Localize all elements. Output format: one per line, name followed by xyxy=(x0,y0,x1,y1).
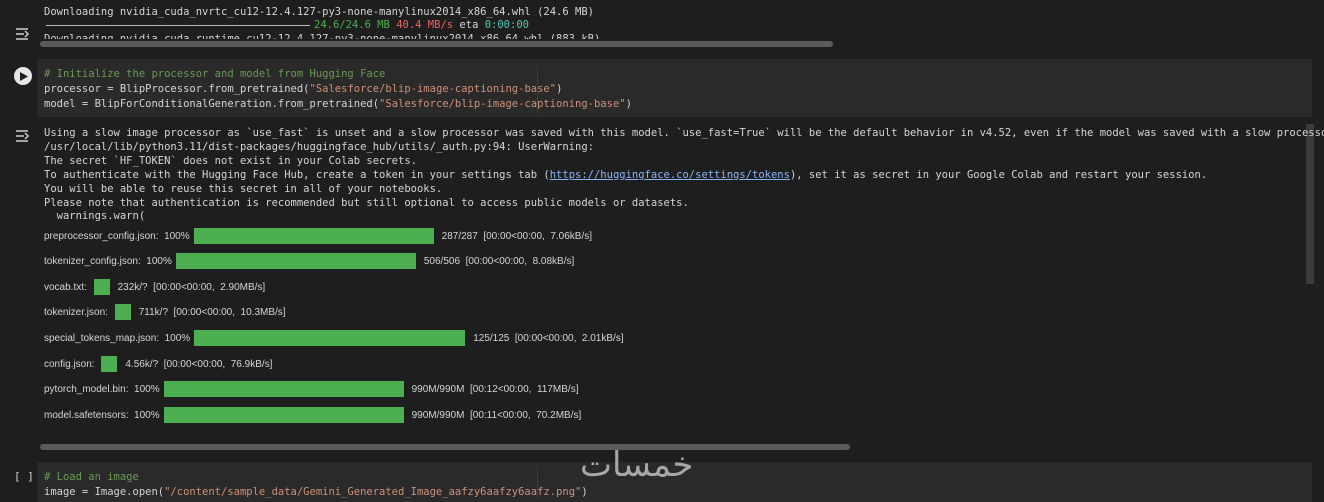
code-comment: # Initialize the processor and model fro… xyxy=(44,68,386,80)
download-progress-row: tokenizer_config.json: 100% 506/506 [00:0… xyxy=(44,253,574,269)
output-text: To authenticate with the Hugging Face Hu… xyxy=(44,169,1208,181)
horizontal-scrollbar[interactable] xyxy=(40,41,833,47)
output-text: The secret `HF_TOKEN` does not exist in … xyxy=(44,155,417,167)
code-line: model = BlipForConditionalGeneration.fro… xyxy=(44,98,632,110)
progress-size: 24.6/24.6 MB xyxy=(314,19,390,31)
download-progress-row: config.json: 4.56k/? [00:00<00:00, 76.9k… xyxy=(44,356,272,372)
progress-bar xyxy=(93,279,110,295)
download-progress-row: tokenizer.json: 711k/? [00:00<00:00, 10.… xyxy=(44,304,286,320)
watermark-logo: خمسات xyxy=(580,445,694,485)
progress-bar xyxy=(114,304,131,320)
progress-speed: 40.4 MB/s xyxy=(396,19,454,31)
vertical-scrollbar[interactable] xyxy=(1306,124,1314,284)
progress-bar xyxy=(163,407,404,423)
play-icon xyxy=(20,71,28,81)
download-progress-row: model.safetensors: 100% 990M/990M [00:11<… xyxy=(44,407,581,423)
horizontal-scrollbar[interactable] xyxy=(40,444,850,450)
progress-bar xyxy=(193,228,434,244)
cell-execution-count: [ ] xyxy=(14,470,34,483)
download-progress-row: pytorch_model.bin: 100% 990M/990M [00:12<… xyxy=(44,381,579,397)
download-progress-row: preprocessor_config.json: 100% 287/287 [0… xyxy=(44,228,592,244)
download-line-clipped: Downloading nvidia_cuda_runtime_cu12-12.… xyxy=(44,33,601,39)
output-text: Please note that authentication is recom… xyxy=(44,197,689,209)
hf-tokens-link[interactable]: https://huggingface.co/settings/tokens xyxy=(550,169,790,181)
progress-eta-label: eta xyxy=(459,19,479,31)
output-toggle-icon[interactable] xyxy=(14,27,32,41)
download-line: Downloading nvidia_cuda_nvrtc_cu12-12.4.… xyxy=(44,6,594,18)
pip-progress-bar xyxy=(46,25,310,26)
progress-bar xyxy=(101,356,118,372)
output-text: /usr/local/lib/python3.11/dist-packages/… xyxy=(44,141,594,153)
download-progress-line: 24.6/24.6 MB 40.4 MB/s eta 0:00:00 xyxy=(44,18,529,32)
code-comment: # Load an image xyxy=(44,471,139,483)
download-progress-row: special_tokens_map.json: 100% 125/125 [00… xyxy=(44,330,624,346)
progress-eta: 0:00:00 xyxy=(484,19,529,31)
progress-bar xyxy=(194,330,466,346)
output-text: You will be able to reuse this secret in… xyxy=(44,183,443,195)
progress-bar xyxy=(163,381,404,397)
progress-bar xyxy=(175,253,416,269)
output-toggle-icon[interactable] xyxy=(14,129,32,143)
code-line: processor = BlipProcessor.from_pretraine… xyxy=(44,83,563,95)
run-cell-button[interactable] xyxy=(14,67,32,85)
download-progress-row: vocab.txt: 232k/? [00:00<00:00, 2.90MB/s… xyxy=(44,279,265,295)
output-text: Using a slow image processor as `use_fas… xyxy=(44,127,1324,139)
output-text: warnings.warn( xyxy=(44,210,146,222)
